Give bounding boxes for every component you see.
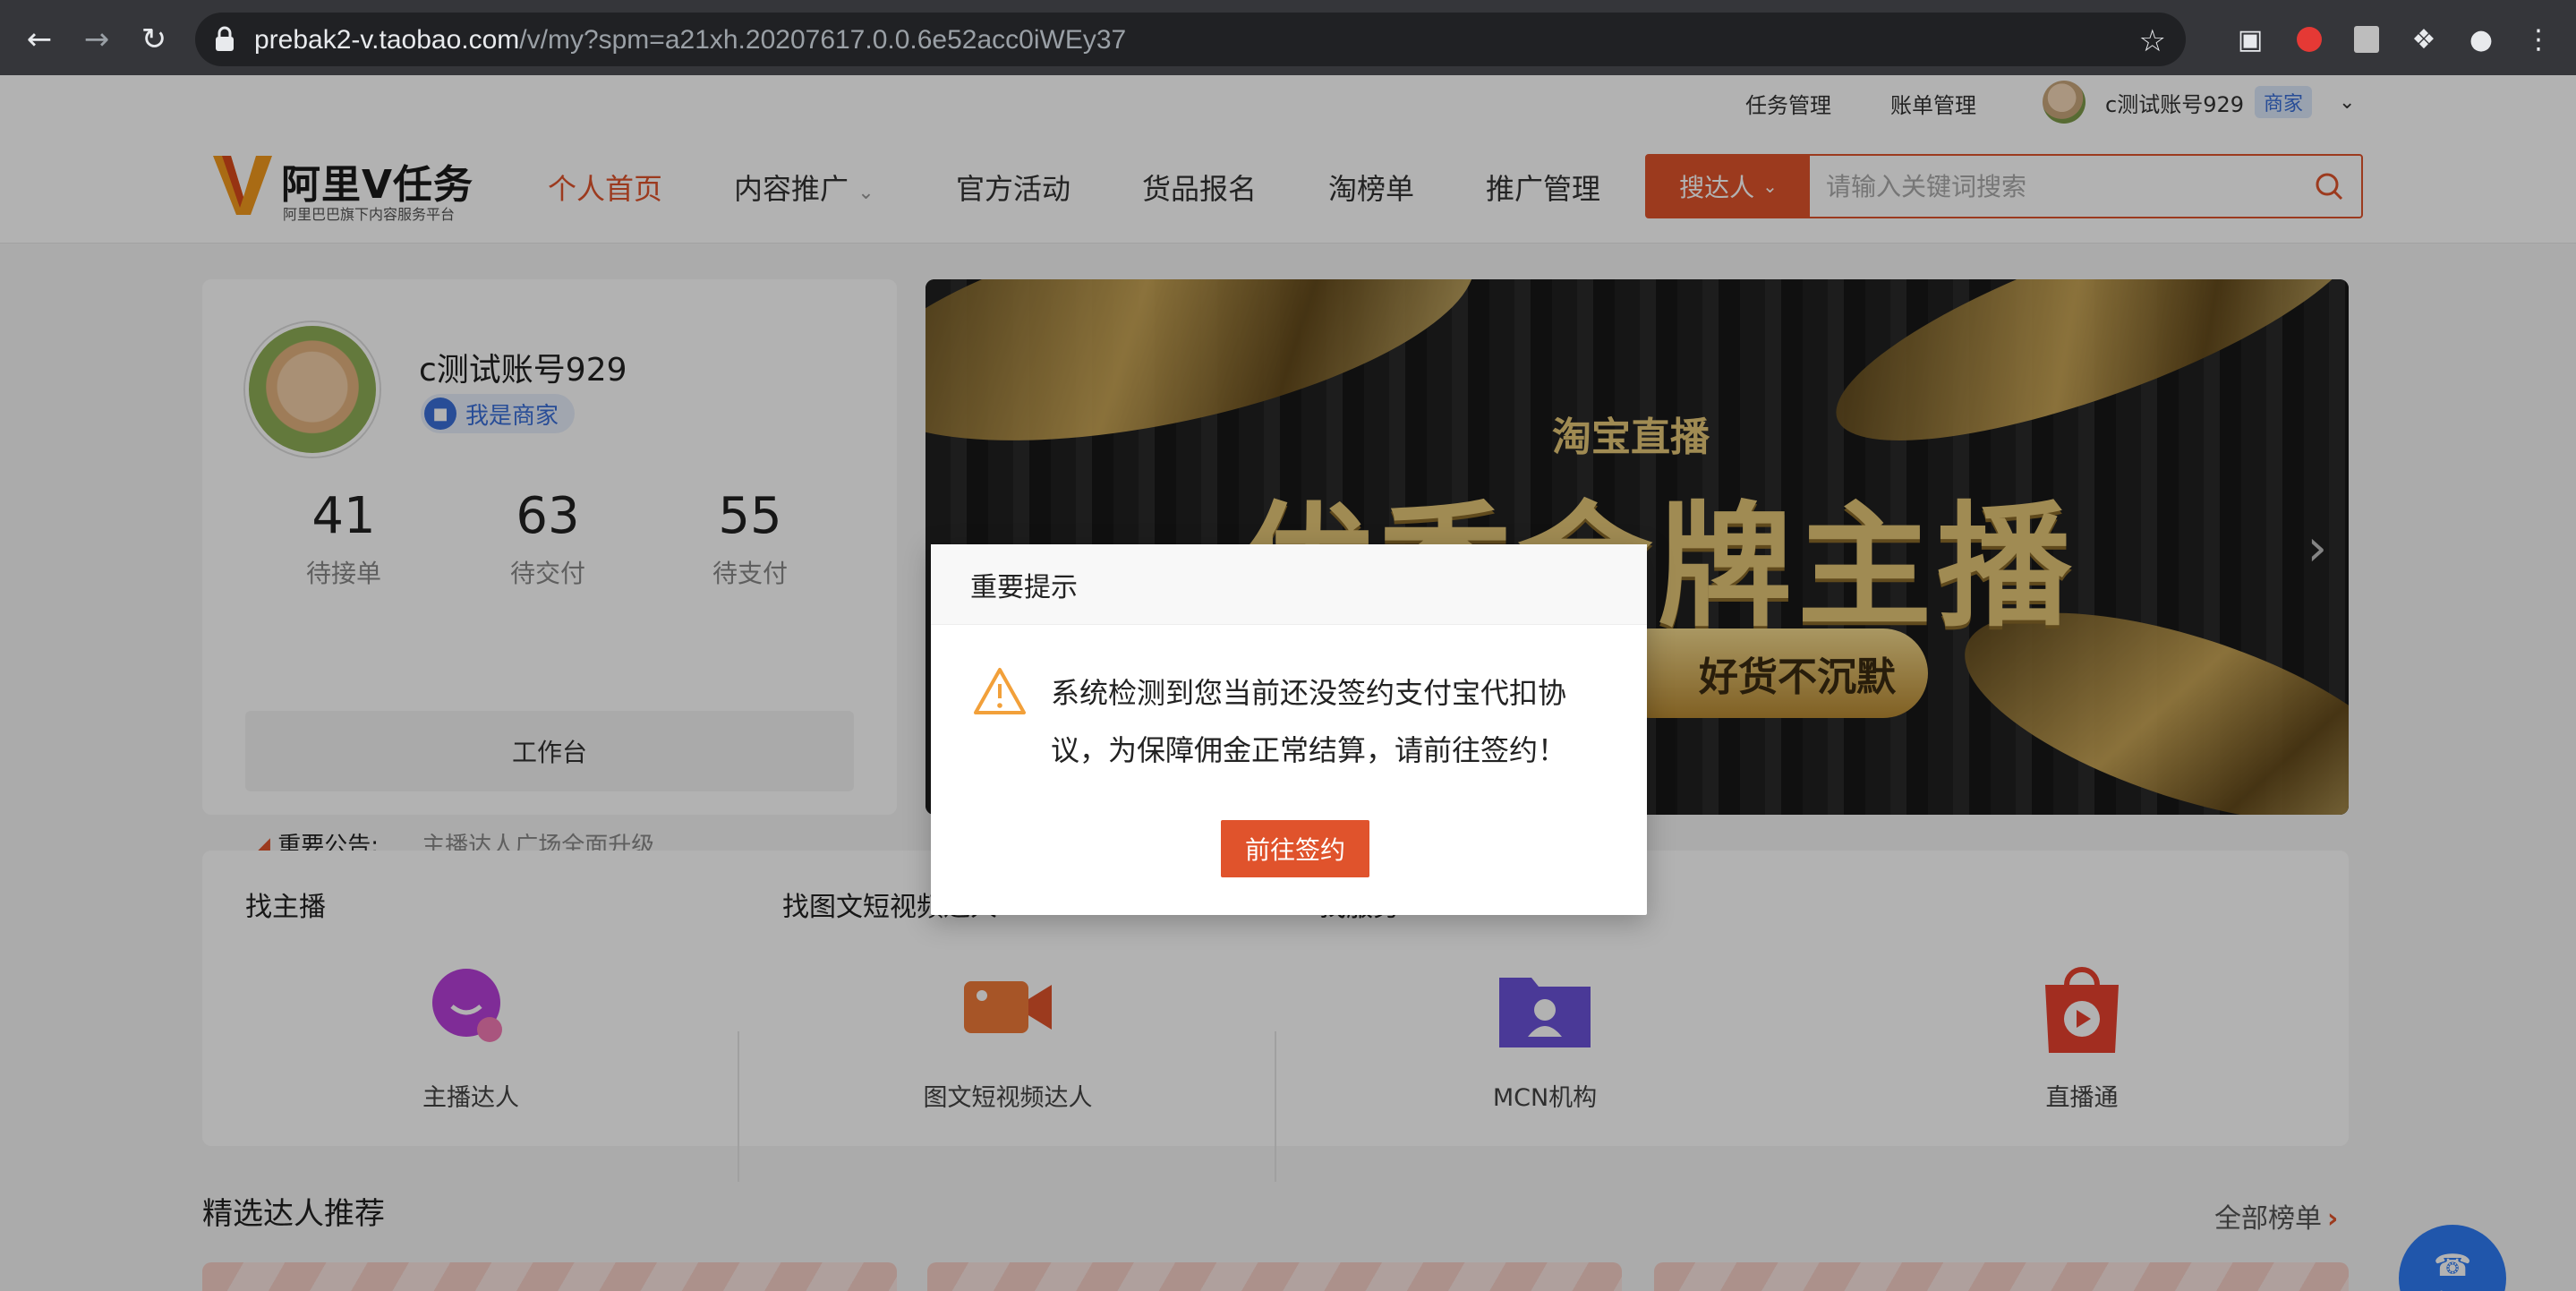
url-text: prebak2-v.taobao.com/v/my?spm=a21xh.2020… xyxy=(254,25,1127,55)
important-notice-dialog: 重要提示 系统检测到您当前还没签约支付宝代扣协议，为保障佣金正常结算，请前往签约… xyxy=(931,544,1647,915)
extension-icon[interactable] xyxy=(2291,21,2327,57)
bookmark-star-icon[interactable]: ☆ xyxy=(2139,23,2166,59)
dialog-message: 系统检测到您当前还没签约支付宝代扣协议，为保障佣金正常结算，请前往签约！ xyxy=(1051,676,1567,767)
extension-box-icon[interactable] xyxy=(2349,21,2384,57)
browser-toolbar: ← → ↻ prebak2-v.taobao.com/v/my?spm=a21x… xyxy=(0,0,2576,75)
kebab-menu-icon[interactable]: ⋮ xyxy=(2521,21,2556,57)
go-sign-button[interactable]: 前往签约 xyxy=(1221,820,1369,877)
forward-icon[interactable]: → xyxy=(77,20,116,59)
lock-icon xyxy=(216,26,234,51)
tab-search-icon[interactable]: ▣ xyxy=(2232,21,2268,57)
profile-icon[interactable]: ● xyxy=(2463,21,2499,57)
warning-icon xyxy=(974,668,1026,714)
puzzle-extensions-icon[interactable]: ❖ xyxy=(2406,21,2442,57)
reload-icon[interactable]: ↻ xyxy=(134,20,174,59)
address-bar[interactable]: prebak2-v.taobao.com/v/my?spm=a21xh.2020… xyxy=(195,13,2186,66)
dialog-title: 重要提示 xyxy=(931,544,1647,625)
back-icon[interactable]: ← xyxy=(20,20,59,59)
